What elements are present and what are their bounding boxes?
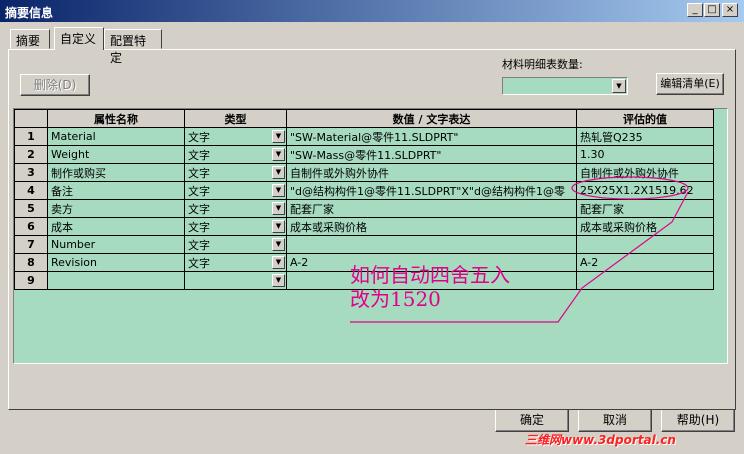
- annotation-text: 如何自动四舍五入 改为1520: [350, 263, 510, 311]
- annotation-line-2: 改为1520: [350, 287, 441, 311]
- annotation-ellipse: [571, 176, 689, 200]
- annotation-line-1: 如何自动四舍五入: [350, 263, 510, 287]
- annotation-drawing: [350, 176, 689, 323]
